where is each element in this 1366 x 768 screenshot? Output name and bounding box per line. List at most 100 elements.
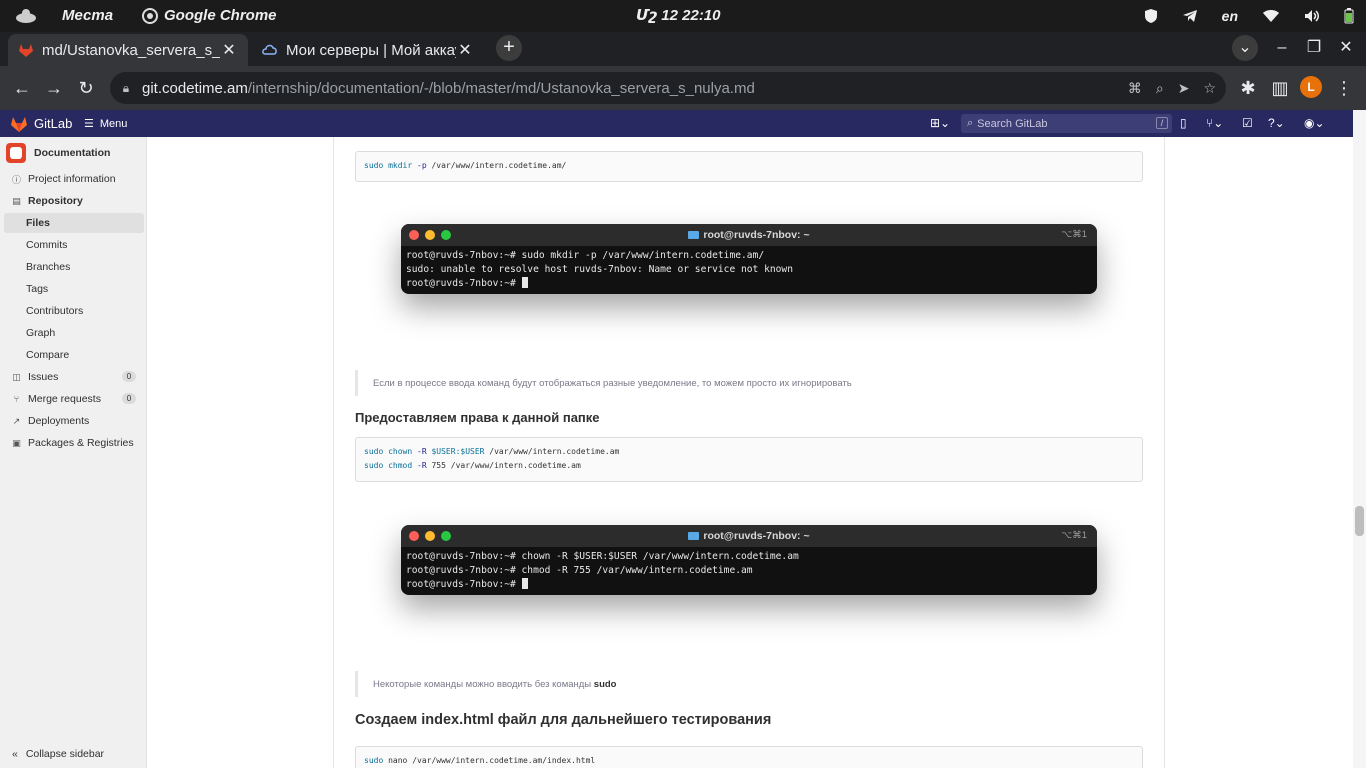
chrome-menu-icon[interactable]: ⋮ bbox=[1330, 74, 1358, 102]
activities-icon[interactable] bbox=[12, 0, 40, 32]
close-window-button[interactable]: ✕ bbox=[1332, 35, 1360, 61]
tab-search-button[interactable]: ⌄ bbox=[1232, 35, 1258, 61]
sidebar-item-label: Contributors bbox=[26, 305, 84, 317]
sidebar-item-commits[interactable]: Commits bbox=[4, 235, 144, 255]
address-bar[interactable]: 🔒︎ git.codetime.am/internship/documentat… bbox=[110, 72, 1226, 104]
url-host: git.codetime.am bbox=[142, 79, 248, 97]
close-dot-icon bbox=[409, 531, 419, 541]
sidebar-item-label: Tags bbox=[26, 283, 49, 295]
help-icon[interactable]: ?⌄ bbox=[1268, 110, 1285, 137]
lock-icon[interactable]: 🔒︎ bbox=[110, 81, 142, 96]
file-content: sudo mkdir -p /var/www/intern.codetime.a… bbox=[147, 137, 1353, 768]
note-bold-text: sudo bbox=[593, 678, 617, 690]
code-token: -R bbox=[417, 461, 427, 470]
code-token: 755 /var/www/intern.codetime.am bbox=[431, 461, 581, 470]
terminal-line: root@ruvds-7nbov:~# chmod -R 755 /var/ww… bbox=[406, 565, 753, 576]
rocket-icon: ↗ bbox=[12, 415, 21, 426]
page-scrollbar-thumb[interactable] bbox=[1355, 506, 1364, 536]
sidebar-item-label: Files bbox=[26, 217, 50, 229]
todos-icon[interactable]: ☑ bbox=[1242, 110, 1253, 137]
sidebar-item-deployments[interactable]: ↗ Deployments bbox=[4, 411, 144, 431]
terminal-screenshot-mkdir: root@ruvds-7nbov: ~ ⌥⌘1 root@ruvds-7nbov… bbox=[401, 224, 1097, 294]
close-tab-icon[interactable]: ✕ bbox=[220, 40, 238, 60]
new-tab-button[interactable]: + bbox=[496, 35, 522, 61]
sidebar-item-tags[interactable]: Tags bbox=[4, 279, 144, 299]
search-icon: ⌕ bbox=[967, 117, 974, 129]
translate-icon[interactable]: ⌘ bbox=[1128, 80, 1142, 97]
code-token: sudo bbox=[364, 161, 384, 170]
side-panel-icon[interactable]: ▥ bbox=[1266, 74, 1294, 102]
app-name: Google Chrome bbox=[164, 7, 277, 24]
send-icon[interactable]: ➤ bbox=[1178, 80, 1190, 97]
section-heading: Создаем index.html файл для дальнейшего … bbox=[355, 712, 772, 728]
code-block-nano[interactable]: sudo nano /var/www/intern.codetime.am/in… bbox=[355, 746, 1143, 768]
user-avatar-icon[interactable]: ◉⌄ bbox=[1304, 110, 1325, 137]
sidebar-item-compare[interactable]: Compare bbox=[4, 345, 144, 365]
terminal-line: sudo: unable to resolve host ruvds-7nbov… bbox=[406, 264, 793, 275]
issues-count-badge: 0 bbox=[122, 371, 136, 382]
volume-icon[interactable] bbox=[1304, 9, 1320, 23]
wifi-icon[interactable] bbox=[1262, 9, 1280, 23]
sidebar-item-graph[interactable]: Graph bbox=[4, 323, 144, 343]
code-token: /var/www/intern.codetime.am bbox=[489, 447, 620, 456]
shield-icon[interactable] bbox=[1144, 8, 1158, 24]
keyboard-layout[interactable]: en bbox=[1222, 0, 1238, 32]
project-link[interactable]: Documentation bbox=[6, 143, 110, 163]
extensions-icon[interactable]: ✱ bbox=[1234, 74, 1262, 102]
reload-icon[interactable]: ↻ bbox=[72, 74, 100, 102]
double-chevron-left-icon: « bbox=[12, 748, 18, 760]
terminal-title: root@ruvds-7nbov: ~ bbox=[703, 229, 810, 241]
gitlab-home-link[interactable]: GitLab bbox=[10, 110, 72, 137]
issues-icon[interactable]: ▯ bbox=[1180, 110, 1187, 137]
gitlab-navbar: GitLab ☰ Menu ⊞⌄ ⌕ Search GitLab / ▯ ⑂⌄ … bbox=[0, 110, 1366, 137]
merge-requests-count-badge: 0 bbox=[122, 393, 136, 404]
tab-gitlab-file[interactable]: md/Ustanovka_servera_s_nulya.md ✕ bbox=[8, 34, 248, 66]
new-dropdown-icon[interactable]: ⊞⌄ bbox=[930, 110, 950, 137]
folder-icon bbox=[688, 532, 700, 540]
sidebar-item-packages-registries[interactable]: ▣ Packages & Registries bbox=[4, 433, 144, 453]
page-scrollbar[interactable] bbox=[1353, 110, 1366, 768]
section-heading: Предоставляем права к данной папке bbox=[355, 410, 600, 425]
bookmark-star-icon[interactable]: ☆ bbox=[1203, 80, 1216, 97]
gitlab-search-input[interactable]: ⌕ Search GitLab / bbox=[961, 114, 1172, 133]
collapse-sidebar-button[interactable]: « Collapse sidebar bbox=[12, 748, 104, 760]
tab-my-servers[interactable]: Мои серверы | Мой аккаунт ✕ bbox=[252, 34, 484, 66]
sidebar-item-project-information[interactable]: ⓘ Project information bbox=[4, 169, 144, 189]
chrome-icon bbox=[142, 8, 158, 24]
app-menu[interactable]: Google Chrome bbox=[142, 0, 277, 32]
sidebar-item-label: Merge requests bbox=[28, 393, 101, 405]
code-token: /var/www/intern.codetime.am/ bbox=[431, 161, 567, 170]
info-icon: ⓘ bbox=[12, 174, 22, 185]
code-block-permissions[interactable]: sudo chown -R $USER:$USER /var/www/inter… bbox=[355, 437, 1143, 482]
sidebar-item-branches[interactable]: Branches bbox=[4, 257, 144, 277]
forward-icon[interactable]: → bbox=[40, 74, 68, 102]
sidebar-item-contributors[interactable]: Contributors bbox=[4, 301, 144, 321]
sidebar-item-merge-requests[interactable]: ⑂ Merge requests 0 bbox=[4, 389, 144, 409]
code-token: mkdir bbox=[388, 161, 413, 170]
sidebar-item-label: Repository bbox=[28, 195, 83, 207]
sidebar-item-files[interactable]: Files bbox=[4, 213, 144, 233]
zoom-icon[interactable]: ⌕ bbox=[1156, 80, 1164, 97]
minimize-button[interactable]: – bbox=[1268, 35, 1296, 61]
sidebar-item-issues[interactable]: ◫ Issues 0 bbox=[4, 367, 144, 387]
clock[interactable]: Մշ 12 22:10 bbox=[636, 0, 721, 32]
maximize-button[interactable]: ❐ bbox=[1300, 35, 1328, 61]
code-token: sudo bbox=[364, 461, 384, 470]
merge-requests-icon[interactable]: ⑂⌄ bbox=[1206, 110, 1223, 137]
code-block-mkdir[interactable]: sudo mkdir -p /var/www/intern.codetime.a… bbox=[355, 151, 1143, 182]
hamburger-icon: ☰ bbox=[84, 118, 94, 130]
profile-avatar[interactable]: L bbox=[1300, 76, 1322, 98]
back-icon[interactable]: ← bbox=[8, 74, 36, 102]
terminal-line: root@ruvds-7nbov:~# bbox=[406, 579, 522, 590]
places-menu[interactable]: Места bbox=[62, 0, 113, 32]
terminal-titlebar: root@ruvds-7nbov: ~ ⌥⌘1 bbox=[401, 525, 1097, 547]
sidebar-item-repository[interactable]: ▤ Repository bbox=[4, 191, 144, 211]
terminal-cursor bbox=[521, 277, 528, 288]
telegram-icon[interactable] bbox=[1182, 9, 1198, 23]
battery-icon[interactable] bbox=[1344, 8, 1354, 24]
code-token: chown bbox=[388, 447, 413, 456]
close-tab-icon[interactable]: ✕ bbox=[456, 40, 474, 60]
menu-button[interactable]: ☰ Menu bbox=[84, 110, 127, 137]
system-tray[interactable]: en bbox=[1144, 0, 1354, 32]
gitlab-favicon-icon bbox=[19, 44, 33, 57]
